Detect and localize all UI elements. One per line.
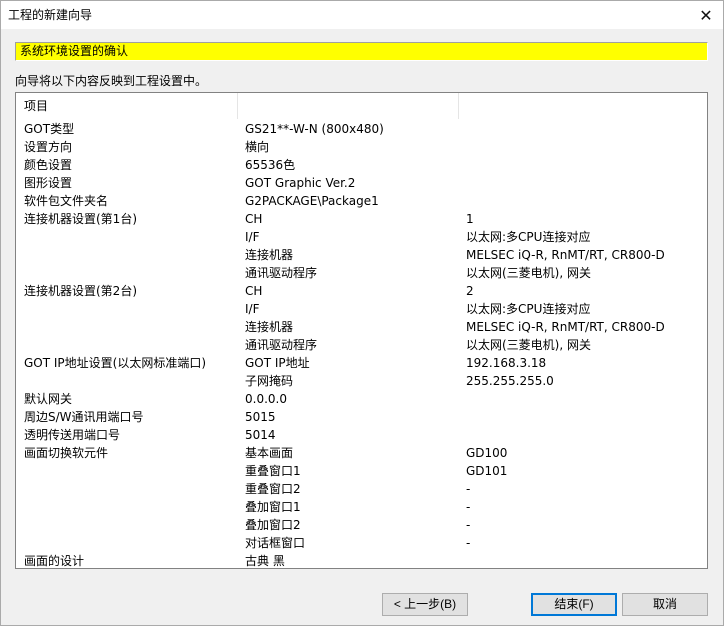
back-button[interactable]: < 上一步(B) bbox=[382, 593, 468, 616]
row-item-label: 设置方向 bbox=[24, 140, 73, 154]
list-row: 叠加窗口1 - bbox=[16, 498, 707, 516]
list-row: 周边S/W通讯用端口号 5015 bbox=[16, 408, 707, 426]
row-setting-name: 子网掩码 bbox=[245, 374, 294, 388]
row-item-label: 连接机器设置(第2台) bbox=[24, 284, 137, 298]
row-item-label: 周边S/W通讯用端口号 bbox=[24, 410, 144, 424]
row-setting-name: CH bbox=[245, 212, 263, 226]
row-setting-value: 1 bbox=[466, 212, 474, 226]
row-setting-name: GOT IP地址 bbox=[245, 356, 310, 370]
list-row: 连接机器设置(第2台) CH 2 bbox=[16, 282, 707, 300]
row-item-label: GOT类型 bbox=[24, 122, 75, 136]
list-row: 画面切换软元件 基本画面 GD100 bbox=[16, 444, 707, 462]
row-setting-name: I/F bbox=[245, 302, 260, 316]
row-setting-value: MELSEC iQ-R, RnMT/RT, CR800-D bbox=[466, 320, 665, 334]
step-banner: 系统环境设置的确认 bbox=[15, 42, 708, 61]
row-setting-name: 叠加窗口2 bbox=[245, 518, 301, 532]
row-setting-name: GS21**-W-N (800x480) bbox=[245, 122, 384, 136]
window-title: 工程的新建向导 bbox=[8, 8, 93, 22]
row-setting-value: 192.168.3.18 bbox=[466, 356, 547, 370]
row-setting-name: 对话框窗口 bbox=[245, 536, 306, 550]
list-row: 重叠窗口2 - bbox=[16, 480, 707, 498]
list-row: GOT类型 GS21**-W-N (800x480) bbox=[16, 120, 707, 138]
row-setting-name: 古典 黑 bbox=[245, 554, 285, 568]
row-item-label: GOT IP地址设置(以太网标准端口) bbox=[24, 356, 207, 370]
row-setting-name: 重叠窗口1 bbox=[245, 464, 301, 478]
list-row: 画面的设计 古典 黑 bbox=[16, 552, 707, 568]
row-setting-value: 255.255.255.0 bbox=[466, 374, 554, 388]
list-row: 连接机器设置(第1台) CH 1 bbox=[16, 210, 707, 228]
row-setting-value: 以太网:多CPU连接对应 bbox=[466, 230, 591, 244]
column-header-item: 项目 bbox=[24, 99, 49, 113]
row-setting-name: 0.0.0.0 bbox=[245, 392, 287, 406]
list-row: 通讯驱动程序 以太网(三菱电机), 网关 bbox=[16, 264, 707, 282]
row-setting-value: 以太网(三菱电机), 网关 bbox=[466, 338, 591, 352]
settings-list[interactable]: 项目 GOT类型 GS21**-W-N (800x480) 设置方向 横向颜色设置 65… bbox=[15, 92, 708, 569]
row-setting-value: - bbox=[466, 500, 471, 514]
row-setting-name: 通讯驱动程序 bbox=[245, 338, 318, 352]
list-row: 通讯驱动程序 以太网(三菱电机), 网关 bbox=[16, 336, 707, 354]
list-row: 透明传送用端口号 5014 bbox=[16, 426, 707, 444]
row-setting-name: 5015 bbox=[245, 410, 276, 424]
row-item-label: 图形设置 bbox=[24, 176, 73, 190]
list-row: 颜色设置 65536色 bbox=[16, 156, 707, 174]
list-row: 连接机器 MELSEC iQ-R, RnMT/RT, CR800-D bbox=[16, 318, 707, 336]
row-item-label: 颜色设置 bbox=[24, 158, 73, 172]
row-item-label: 连接机器设置(第1台) bbox=[24, 212, 137, 226]
column-divider[interactable] bbox=[458, 93, 459, 119]
row-setting-name: 连接机器 bbox=[245, 320, 294, 334]
row-item-label: 软件包文件夹名 bbox=[24, 194, 109, 208]
row-setting-name: 叠加窗口1 bbox=[245, 500, 301, 514]
row-setting-name: G2PACKAGE\Package1 bbox=[245, 194, 379, 208]
row-item-label: 画面切换软元件 bbox=[24, 446, 109, 460]
row-item-label: 画面的设计 bbox=[24, 554, 85, 568]
list-row: 软件包文件夹名 G2PACKAGE\Package1 bbox=[16, 192, 707, 210]
row-setting-value: MELSEC iQ-R, RnMT/RT, CR800-D bbox=[466, 248, 665, 262]
list-row: 连接机器 MELSEC iQ-R, RnMT/RT, CR800-D bbox=[16, 246, 707, 264]
list-row: 对话框窗口 - bbox=[16, 534, 707, 552]
row-setting-value: - bbox=[466, 482, 471, 496]
list-row: I/F 以太网:多CPU连接对应 bbox=[16, 228, 707, 246]
list-row: 子网掩码 255.255.255.0 bbox=[16, 372, 707, 390]
cancel-button[interactable]: 取消 bbox=[622, 593, 708, 616]
wizard-description: 向导将以下内容反映到工程设置中。 bbox=[15, 74, 208, 88]
row-setting-value: GD101 bbox=[466, 464, 508, 478]
row-item-label: 透明传送用端口号 bbox=[24, 428, 121, 442]
row-setting-value: 以太网:多CPU连接对应 bbox=[466, 302, 591, 316]
row-setting-value: - bbox=[466, 536, 471, 550]
list-row: GOT IP地址设置(以太网标准端口) GOT IP地址 192.168.3.18 bbox=[16, 354, 707, 372]
row-setting-name: CH bbox=[245, 284, 263, 298]
row-setting-value: 以太网(三菱电机), 网关 bbox=[466, 266, 591, 280]
close-icon[interactable]: ✕ bbox=[689, 1, 723, 29]
list-header: 项目 bbox=[16, 93, 707, 119]
row-setting-name: 基本画面 bbox=[245, 446, 294, 460]
column-divider[interactable] bbox=[237, 93, 238, 119]
row-setting-name: GOT Graphic Ver.2 bbox=[245, 176, 356, 190]
row-setting-name: 横向 bbox=[245, 140, 270, 154]
row-setting-value: - bbox=[466, 518, 471, 532]
row-setting-name: 重叠窗口2 bbox=[245, 482, 301, 496]
row-setting-name: 连接机器 bbox=[245, 248, 294, 262]
list-row: 重叠窗口1 GD101 bbox=[16, 462, 707, 480]
row-setting-name: 通讯驱动程序 bbox=[245, 266, 318, 280]
finish-button[interactable]: 结束(F) bbox=[531, 593, 617, 616]
wizard-dialog: 工程的新建向导 ✕ 系统环境设置的确认 向导将以下内容反映到工程设置中。 项目 … bbox=[0, 0, 724, 626]
row-setting-value: GD100 bbox=[466, 446, 508, 460]
row-setting-value: 2 bbox=[466, 284, 474, 298]
list-row: 设置方向 横向 bbox=[16, 138, 707, 156]
row-setting-name: 65536色 bbox=[245, 158, 296, 172]
list-row: 默认网关 0.0.0.0 bbox=[16, 390, 707, 408]
row-setting-name: I/F bbox=[245, 230, 260, 244]
row-item-label: 默认网关 bbox=[24, 392, 73, 406]
title-bar: 工程的新建向导 ✕ bbox=[1, 1, 723, 29]
list-row: I/F 以太网:多CPU连接对应 bbox=[16, 300, 707, 318]
list-row: 图形设置 GOT Graphic Ver.2 bbox=[16, 174, 707, 192]
list-row: 叠加窗口2 - bbox=[16, 516, 707, 534]
row-setting-name: 5014 bbox=[245, 428, 276, 442]
